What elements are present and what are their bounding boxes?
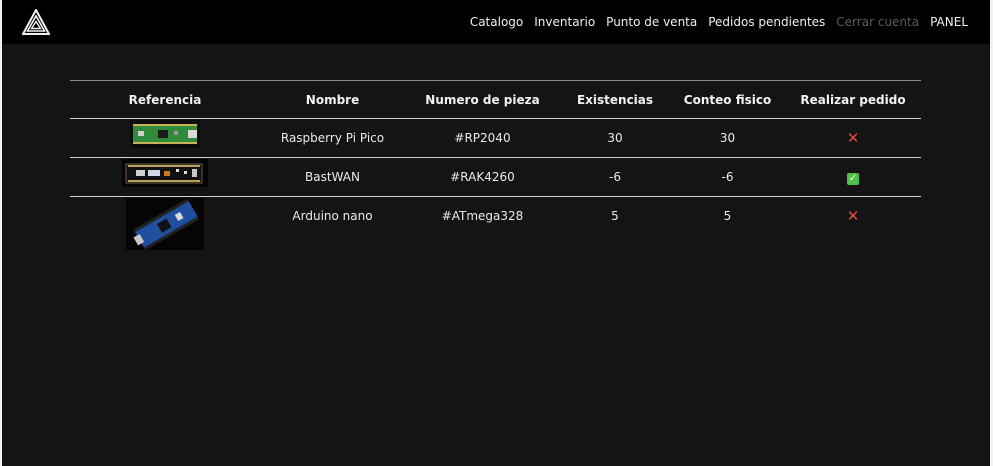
part-number: #ATmega328 (441, 209, 524, 223)
header-nombre: Nombre (260, 80, 405, 119)
order-status-cell: ✕ (785, 119, 921, 158)
stock-value: -6 (609, 170, 621, 184)
part-number: #RP2040 (454, 131, 511, 145)
nav-menu: Catalogo Inventario Punto de venta Pedid… (470, 0, 968, 44)
product-name: Arduino nano (292, 209, 373, 223)
order-status-cell: ✕ (785, 197, 921, 251)
header-realizar-pedido: Realizar pedido (785, 80, 921, 119)
table-row: BastWAN #RAK4260 -6 -6 ✓ (70, 158, 921, 197)
header-conteo-fisico: Conteo fisico (670, 80, 785, 119)
triangle-logo-icon[interactable] (22, 9, 50, 35)
stock-value: 5 (611, 209, 619, 223)
order-status-cell: ✓ (785, 158, 921, 197)
x-icon[interactable]: ✕ (847, 129, 860, 147)
nav-link-panel[interactable]: PANEL (930, 15, 968, 29)
physical-count-value: 30 (719, 131, 736, 145)
nav-link-catalogo[interactable]: Catalogo (470, 15, 523, 29)
product-name: Raspberry Pi Pico (280, 131, 385, 145)
table-row: Arduino nano #ATmega328 5 5 ✕ (70, 197, 921, 251)
x-icon[interactable]: ✕ (847, 207, 860, 225)
header-referencia: Referencia (70, 80, 260, 119)
physical-count-value: 5 (723, 209, 732, 223)
nav-link-pedidos-pendientes[interactable]: Pedidos pendientes (708, 15, 825, 29)
inventory-table: Referencia Nombre Numero de pieza Existe… (70, 80, 921, 250)
reference-cell (70, 119, 260, 158)
physical-count-value: -6 (721, 170, 734, 184)
nav-link-punto-de-venta[interactable]: Punto de venta (606, 15, 697, 29)
table-header-row: Referencia Nombre Numero de pieza Existe… (70, 80, 921, 119)
table-row: Raspberry Pi Pico #RP2040 30 30 ✕ (70, 119, 921, 158)
raspberry-pi-pico-image (130, 120, 200, 148)
stock-value: 30 (607, 131, 623, 145)
header-existencias: Existencias (560, 80, 670, 119)
product-name: BastWAN (305, 170, 360, 184)
bastwan-image (122, 159, 208, 187)
nav-link-inventario[interactable]: Inventario (534, 15, 595, 29)
part-number: #RAK4260 (450, 170, 515, 184)
header-numero-de-pieza: Numero de pieza (405, 80, 560, 119)
checkbox-checked-icon[interactable]: ✓ (847, 173, 859, 185)
nav-link-cerrar-cuenta[interactable]: Cerrar cuenta (836, 15, 919, 29)
navbar: Catalogo Inventario Punto de venta Pedid… (2, 0, 990, 44)
app-frame: Catalogo Inventario Punto de venta Pedid… (2, 0, 990, 466)
arduino-nano-image (126, 198, 204, 250)
reference-cell (70, 158, 260, 197)
inventory-table-container: Referencia Nombre Numero de pieza Existe… (70, 80, 921, 250)
reference-cell (70, 197, 260, 250)
